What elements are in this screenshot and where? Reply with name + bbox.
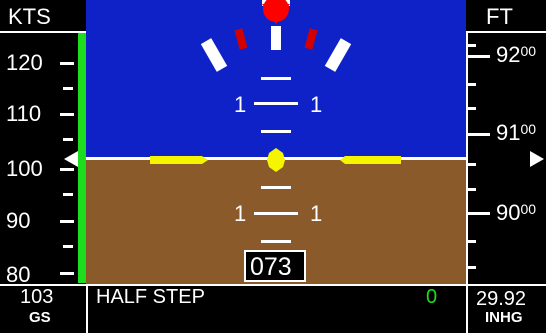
barometer-unit: INHG [485,309,523,326]
pitch-line-upper-near [261,130,291,133]
altitude-pointer-icon [530,151,544,167]
airspeed-tick-label: 90 [6,208,31,233]
altitude-tick [468,133,490,136]
barometer-value: 29.92 [476,288,527,310]
altitude-tick [468,240,476,243]
altitude-tick [468,266,476,269]
airspeed-tick [63,245,73,248]
bank-scale [200,0,352,72]
pitch-line-10-down [254,212,298,215]
pitch-line-lower-short [261,240,291,243]
bank-mark-minus-15 [234,28,248,50]
altitude-unit-header: FT [466,0,546,33]
altitude-tick [468,212,490,215]
airspeed-tick [63,138,73,141]
airspeed-tick-label: 100 [6,156,43,181]
altitude-tick-main: 90 [496,200,521,225]
pitch-label-upper-left: 1 [234,92,247,117]
altitude-tick [468,163,476,166]
airspeed-tick-label: 110 [6,101,42,126]
pitch-line-10-up [254,102,298,105]
airspeed-pointer-icon [64,151,78,167]
airspeed-tick [63,193,73,196]
altitude-tick [468,188,476,191]
pitch-label-lower-left: 1 [234,201,247,226]
bank-mark-minus-45 [200,38,228,72]
altitude-tick [468,44,476,47]
groundspeed-label: GS [29,309,51,326]
heading-value: 073 [250,253,292,281]
bank-mark-plus-45 [324,38,352,72]
airspeed-tick [60,113,74,116]
altitude-tick-main: 92 [496,42,521,67]
airspeed-tick [60,220,74,223]
groundspeed-value: 103 [20,286,54,308]
altitude-tape-edge [466,33,468,284]
altitude-tick-label: 9100 [496,120,536,146]
altitude-tick [468,55,490,58]
airspeed-scale: 120 110 100 90 80 [0,0,86,287]
heading-readout: 073 [244,250,306,282]
airspeed-tick-label: 120 [6,50,43,75]
altitude-tick-main: 91 [496,120,521,145]
status-message: HALF STEP [96,286,205,308]
bank-pointer-dot [263,0,289,22]
airspeed-tick [60,272,74,275]
airspeed-tick [60,62,74,65]
bottom-status-bar [0,284,546,333]
bottom-right-divider [466,284,468,333]
altitude-tick-small: 00 [520,43,537,59]
altitude-tick-label: 9200 [496,42,536,68]
pitch-line-lower-near [261,186,291,189]
altitude-tick-label: 9000 [496,200,536,226]
altitude-tick-small: 00 [520,121,537,137]
aircraft-symbol-icon [150,148,401,172]
altitude-unit: FT [486,4,513,29]
bank-mark-plus-15 [304,28,318,50]
bottom-bar-divider [0,284,546,286]
pitch-line-upper-short [261,77,291,80]
attitude-indicator: 1 1 1 1 073 [86,0,466,284]
altitude-tick-small: 00 [520,201,537,217]
pitch-label-lower-right: 1 [310,201,323,226]
altitude-tick [468,83,476,86]
bottom-left-divider [86,284,88,333]
airspeed-tick [63,87,73,90]
pitch-label-upper-right: 1 [310,92,323,117]
altitude-tick [468,107,476,110]
bank-mark-zero [271,26,281,50]
status-value: 0 [426,286,438,308]
